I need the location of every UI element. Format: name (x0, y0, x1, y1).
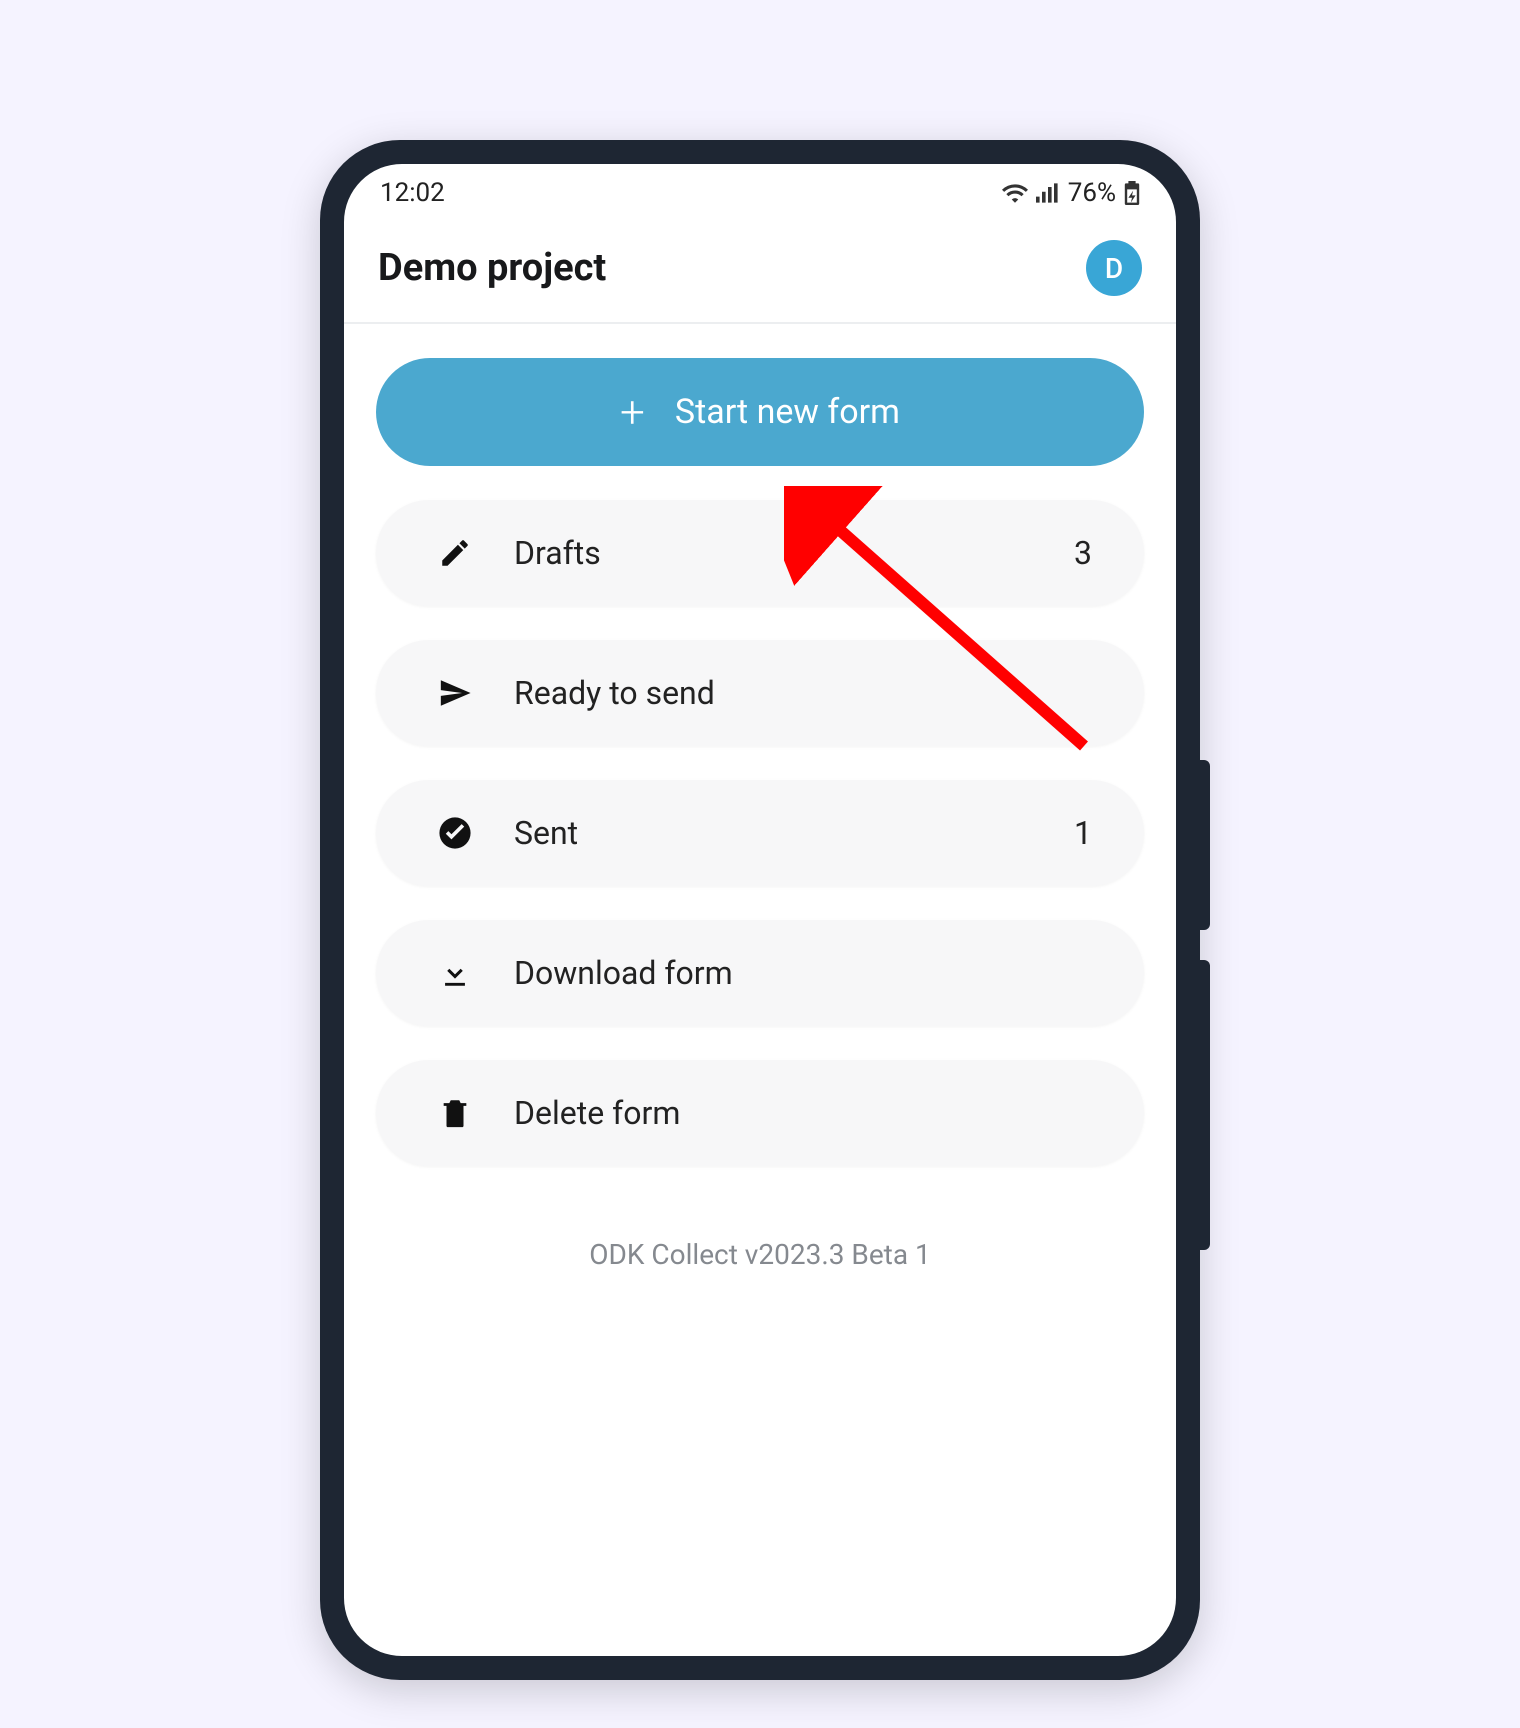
phone-side-button-1 (1200, 760, 1210, 930)
battery-text: 76% (1068, 178, 1116, 208)
wifi-icon (1002, 183, 1028, 203)
ready-label: Ready to send (514, 674, 1052, 712)
avatar-initial: D (1105, 252, 1123, 285)
sent-count: 1 (1074, 814, 1092, 852)
check-circle-icon (436, 816, 474, 850)
app-version: ODK Collect v2023.3 Beta 1 (376, 1238, 1144, 1271)
trash-icon (436, 1096, 474, 1130)
page-title: Demo project (378, 246, 606, 290)
phone-frame: 12:02 76% Demo project D (320, 140, 1200, 1680)
download-label: Download form (514, 954, 1052, 992)
status-bar: 12:02 76% (344, 164, 1176, 216)
sent-label: Sent (514, 814, 1034, 852)
start-new-form-button[interactable]: + Start new form (376, 358, 1144, 466)
delete-form-row[interactable]: Delete form (376, 1060, 1144, 1166)
drafts-label: Drafts (514, 534, 1034, 572)
signal-icon (1036, 183, 1060, 203)
sent-row[interactable]: Sent 1 (376, 780, 1144, 886)
status-time: 12:02 (380, 178, 445, 208)
main-content: + Start new form Drafts 3 Ready to send (344, 324, 1176, 1271)
project-avatar[interactable]: D (1086, 240, 1142, 296)
ready-to-send-row[interactable]: Ready to send (376, 640, 1144, 746)
drafts-count: 3 (1074, 534, 1092, 572)
start-new-form-label: Start new form (675, 392, 900, 432)
pencil-icon (436, 536, 474, 570)
status-right: 76% (1002, 178, 1140, 208)
download-icon (436, 956, 474, 990)
phone-screen: 12:02 76% Demo project D (344, 164, 1176, 1656)
drafts-row[interactable]: Drafts 3 (376, 500, 1144, 606)
battery-icon (1124, 181, 1140, 205)
download-form-row[interactable]: Download form (376, 920, 1144, 1026)
phone-side-button-2 (1200, 960, 1210, 1250)
send-icon (436, 676, 474, 710)
delete-label: Delete form (514, 1094, 1052, 1132)
title-bar: Demo project D (344, 216, 1176, 322)
